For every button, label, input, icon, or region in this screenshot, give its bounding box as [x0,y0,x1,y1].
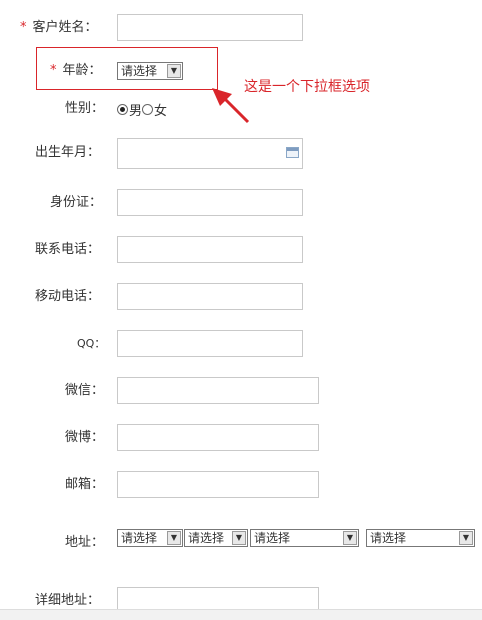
weibo-input[interactable] [117,424,319,451]
customer-name-input[interactable] [117,14,303,41]
calendar-icon[interactable] [286,147,299,158]
weibo-label: 微博： [65,430,105,445]
radio-male-label: 男 [129,104,143,119]
phone-input[interactable] [117,236,303,263]
chevron-down-icon: ▼ [459,531,473,545]
phone-label: 联系电话： [35,242,101,257]
required-mark: * [50,63,57,78]
chevron-down-icon: ▼ [167,531,181,545]
mobile-input[interactable] [117,283,303,310]
qq-label: QQ： [77,337,106,350]
radio-female[interactable] [142,104,154,115]
chevron-down-icon: ▼ [167,64,181,78]
bottom-bar [0,609,482,620]
annotation-text: 这是一个下拉框选项 [244,79,370,95]
address-province-select[interactable]: 请选择 ▼ [117,529,183,547]
required-mark: * [20,20,27,35]
wechat-label: 微信： [65,383,105,398]
id-card-label: 身份证： [50,195,103,210]
mobile-label: 移动电话： [35,289,101,304]
address-street-select[interactable]: 请选择 ▼ [366,529,475,547]
detail-address-label: 详细地址： [35,593,101,608]
gender-label: 性别： [65,101,105,116]
id-card-input[interactable] [117,189,303,216]
age-label: * 年龄： [50,63,102,78]
age-select[interactable]: 请选择 ▼ [117,62,183,80]
email-label: 邮箱： [65,477,105,492]
radio-female-label: 女 [154,104,168,119]
address-district-select[interactable]: 请选择 ▼ [250,529,359,547]
qq-input[interactable] [117,330,303,357]
wechat-input[interactable] [117,377,319,404]
address-city-select[interactable]: 请选择 ▼ [184,529,248,547]
arrow-icon [212,88,250,124]
birth-input[interactable] [117,138,303,169]
radio-male[interactable] [117,104,128,115]
gender-radio-group: 男 女 [117,100,167,119]
birth-label: 出生年月： [35,145,101,160]
address-label: 地址： [65,535,105,550]
customer-name-label: * 客户姓名： [20,20,98,35]
email-input[interactable] [117,471,319,498]
chevron-down-icon: ▼ [343,531,357,545]
chevron-down-icon: ▼ [232,531,246,545]
